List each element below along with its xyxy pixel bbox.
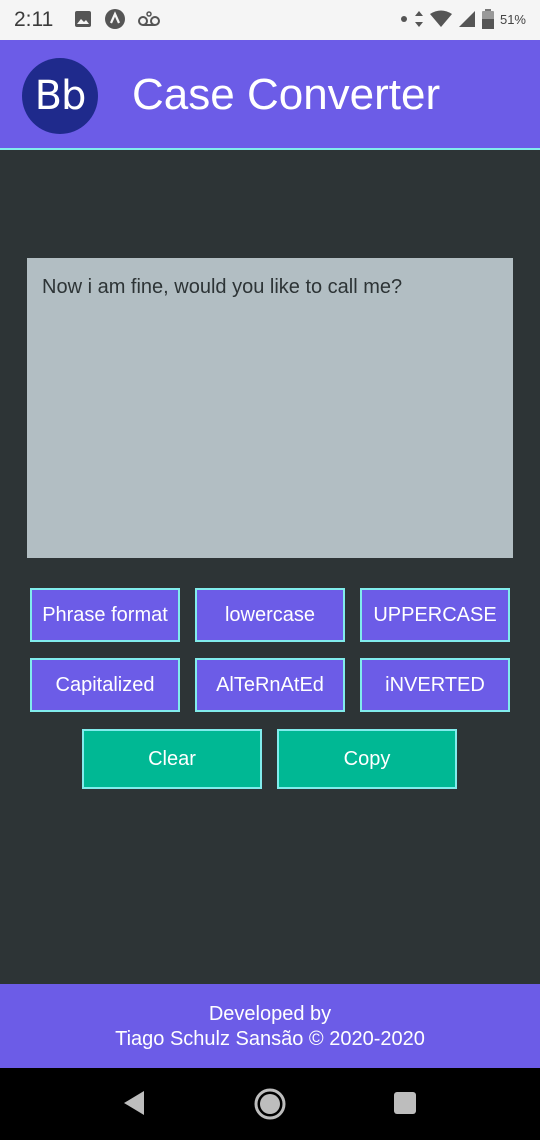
back-icon[interactable] xyxy=(122,1090,146,1116)
uppercase-button[interactable]: UPPERCASE xyxy=(360,588,510,642)
battery-icon xyxy=(481,9,494,29)
alternated-button[interactable]: AlTeRnAtEd xyxy=(195,658,345,712)
clear-button[interactable]: Clear xyxy=(82,729,262,789)
battery-percent: 51% xyxy=(499,11,526,27)
voicemail-icon xyxy=(138,11,160,26)
inverted-button[interactable]: iNVERTED xyxy=(360,658,510,712)
app-notification-icon xyxy=(105,9,125,29)
system-nav-bar xyxy=(0,1068,540,1140)
footer-developed-by: Developed by xyxy=(208,1003,332,1025)
capitalized-button[interactable]: Capitalized xyxy=(30,658,180,712)
footer-credits: Tiago Schulz Sansão © 2020-2020 xyxy=(115,1028,425,1050)
app-title: Case Converter xyxy=(132,70,441,119)
app-logo: Bb xyxy=(22,58,98,134)
dot-icon xyxy=(400,16,407,22)
lowercase-button[interactable]: lowercase xyxy=(195,588,345,642)
text-input[interactable]: Now i am fine, would you like to call me… xyxy=(27,258,513,558)
recent-apps-icon[interactable] xyxy=(394,1092,416,1114)
app-bar: Bb Case Converter xyxy=(0,40,540,150)
status-time: 2:11 xyxy=(14,8,54,31)
data-transfer-icon xyxy=(414,11,423,27)
copy-button[interactable]: Copy xyxy=(277,729,457,789)
phrase-format-button[interactable]: Phrase format xyxy=(30,588,180,642)
gallery-icon xyxy=(75,11,91,27)
signal-icon xyxy=(458,11,475,27)
system-icons: 51% xyxy=(400,9,526,29)
status-bar: 2:11 51% xyxy=(0,0,540,40)
home-icon[interactable] xyxy=(254,1088,286,1120)
wifi-icon xyxy=(429,10,452,27)
footer: Developed by Tiago Schulz Sansão © 2020-… xyxy=(0,984,540,1068)
notification-icons xyxy=(74,8,160,30)
